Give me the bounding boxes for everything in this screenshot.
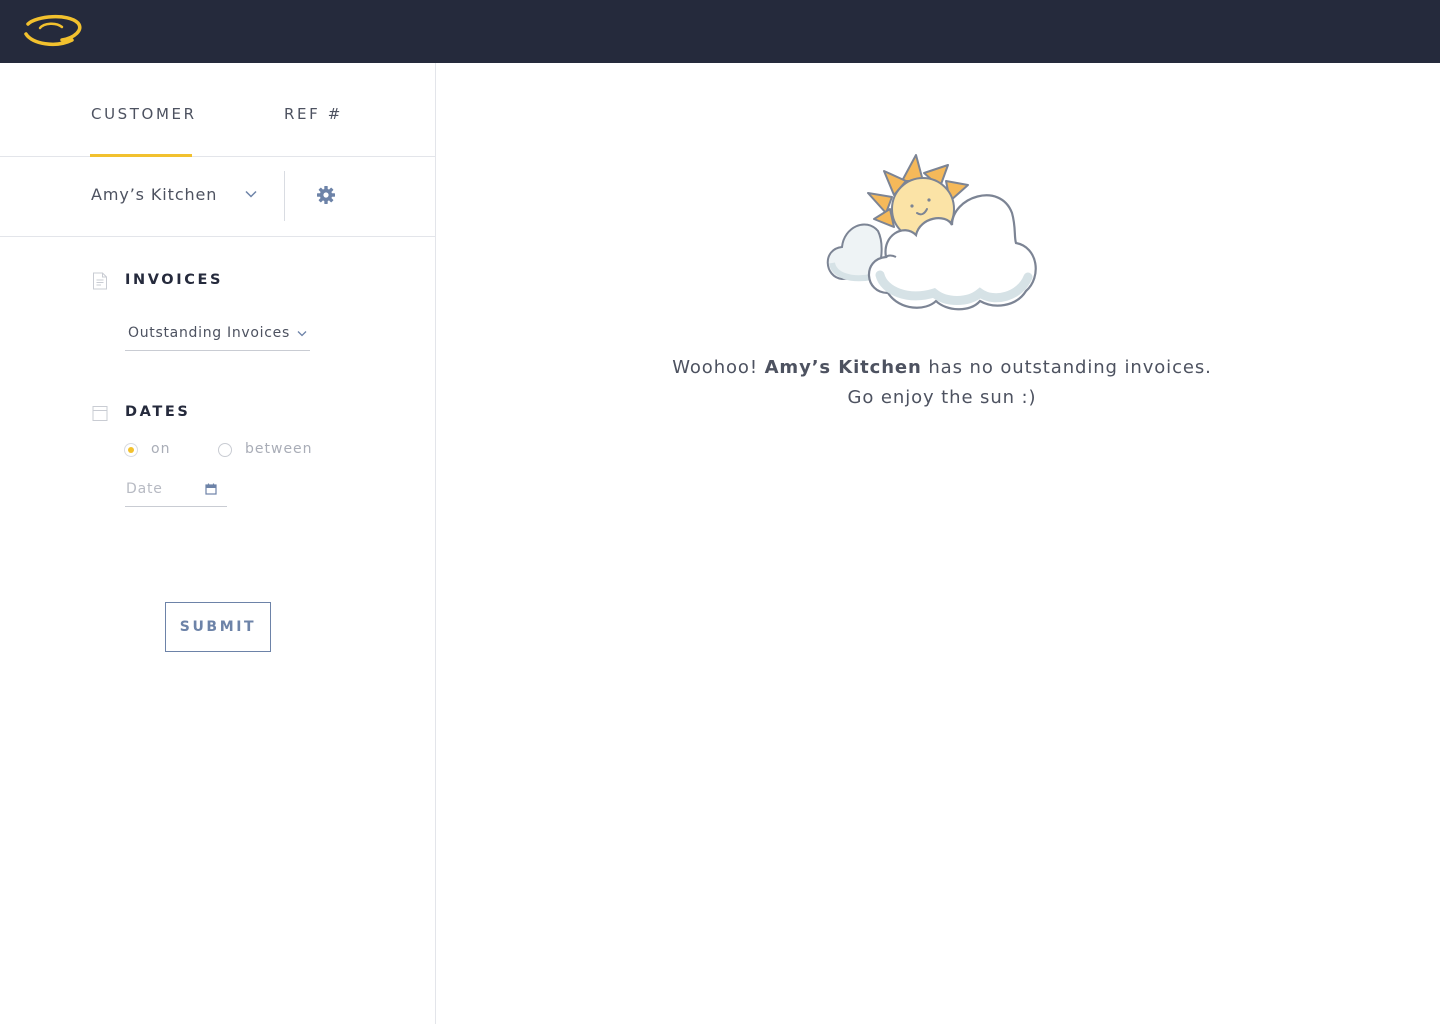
invoice-filter-select[interactable]: Outstanding Invoices — [125, 315, 310, 351]
message-suffix: has no outstanding invoices. — [928, 357, 1212, 378]
radio-selected-dot — [128, 447, 134, 453]
submit-button-label: SUBMIT — [179, 619, 257, 635]
empty-state-line-2: Go enjoy the sun :) — [847, 387, 1037, 408]
chevron-down-icon — [245, 190, 257, 198]
radio-on[interactable] — [124, 443, 138, 457]
calendar-icon — [92, 406, 108, 421]
dates-section-title: DATES — [125, 404, 191, 420]
chevron-down-icon — [297, 331, 307, 337]
top-bar — [0, 0, 1440, 63]
radio-between-label[interactable]: between — [245, 441, 313, 457]
main-content: Woohoo! Amy’s Kitchen has no outstanding… — [436, 63, 1440, 1024]
tab-ref-number[interactable]: REF # — [284, 105, 343, 123]
customer-row: Amy’s Kitchen — [0, 157, 435, 237]
sidebar: CUSTOMER REF # Amy’s Kitchen INVOICES Ou… — [0, 63, 436, 1024]
radio-between[interactable] — [218, 443, 232, 457]
brand-logo-icon[interactable] — [22, 14, 84, 50]
empty-state-message: Woohoo! Amy’s Kitchen has no outstanding… — [436, 353, 1440, 413]
divider — [284, 171, 285, 221]
customer-select-value: Amy’s Kitchen — [91, 185, 218, 204]
date-input-placeholder: Date — [126, 481, 163, 497]
radio-on-label[interactable]: on — [151, 441, 170, 457]
document-icon — [93, 272, 107, 290]
submit-button[interactable]: SUBMIT — [165, 602, 271, 652]
date-input[interactable]: Date — [125, 475, 227, 507]
invoices-section-title: INVOICES — [125, 272, 224, 288]
invoice-filter-value: Outstanding Invoices — [128, 325, 290, 341]
search-mode-tabs: CUSTOMER REF # — [0, 63, 435, 157]
empty-state-line-1: Woohoo! Amy’s Kitchen has no outstanding… — [436, 353, 1440, 383]
tab-customer[interactable]: CUSTOMER — [91, 105, 197, 123]
customer-select[interactable]: Amy’s Kitchen — [91, 157, 261, 236]
message-customer-name: Amy’s Kitchen — [764, 357, 922, 378]
calendar-icon[interactable] — [205, 483, 217, 495]
sun-behind-cloud-icon — [826, 154, 1037, 311]
message-prefix: Woohoo! — [672, 357, 758, 378]
gear-icon[interactable] — [316, 185, 336, 205]
